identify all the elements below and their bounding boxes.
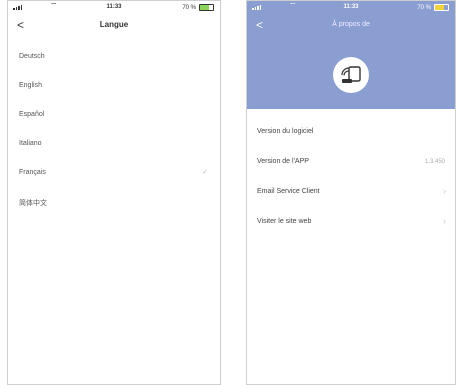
nav-bar: < Langue xyxy=(8,15,220,37)
app-logo xyxy=(333,57,369,93)
page-title: À propos de xyxy=(332,21,370,28)
language-item-italiano[interactable]: Italiano xyxy=(8,128,220,157)
item-label: Visiter le site web xyxy=(257,218,312,225)
nav-bar: < À propos de xyxy=(247,15,455,37)
chevron-right-icon: › xyxy=(443,216,446,226)
language-label: Español xyxy=(19,111,45,118)
app-version-value: 1.3.450 xyxy=(424,159,445,165)
about-header: ⌔ 11:33 70 % < À propos de xyxy=(247,1,455,109)
device-wifi-icon xyxy=(341,66,361,83)
visit-website-item[interactable]: Visiter le site web › xyxy=(247,207,455,237)
page-title: Langue xyxy=(99,20,129,29)
item-label: Version de l'APP xyxy=(257,158,309,165)
email-service-item[interactable]: Email Service Client › xyxy=(247,177,455,207)
language-label: 简体中文 xyxy=(19,200,47,207)
language-item-espanol[interactable]: Español xyxy=(8,99,220,128)
about-list: Version du logiciel Version de l'APP 1.3… xyxy=(247,117,455,237)
app-version-item: Version de l'APP 1.3.450 xyxy=(247,147,455,177)
language-label: English xyxy=(19,82,42,89)
battery-percent: 70 % xyxy=(417,4,431,11)
language-label: Deutsch xyxy=(19,53,45,60)
battery-percent: 70 % xyxy=(182,4,196,11)
about-screen: ⌔ 11:33 70 % < À propos de Version du lo… xyxy=(246,0,456,385)
language-label: Italiano xyxy=(19,140,42,147)
language-item-chinese[interactable]: 简体中文 xyxy=(8,186,220,215)
battery-icon xyxy=(434,4,449,11)
software-version-item[interactable]: Version du logiciel xyxy=(247,117,455,147)
language-list: Deutsch English Español Italiano Françai… xyxy=(8,41,220,215)
item-label: Version du logiciel xyxy=(257,128,314,135)
language-item-deutsch[interactable]: Deutsch xyxy=(8,41,220,70)
status-bar: ⌔ 11:33 70 % xyxy=(247,1,455,15)
item-label: Email Service Client xyxy=(257,188,320,195)
language-screen: ⌔ 11:33 70 % < Langue Deutsch English Es… xyxy=(7,0,221,385)
chevron-right-icon: › xyxy=(443,186,446,196)
language-item-english[interactable]: English xyxy=(8,70,220,99)
battery-icon xyxy=(199,4,214,11)
language-label: Français xyxy=(19,169,46,176)
language-item-francais[interactable]: Français ✓ xyxy=(8,157,220,186)
status-bar: ⌔ 11:33 70 % xyxy=(8,1,220,15)
check-icon: ✓ xyxy=(202,169,208,176)
